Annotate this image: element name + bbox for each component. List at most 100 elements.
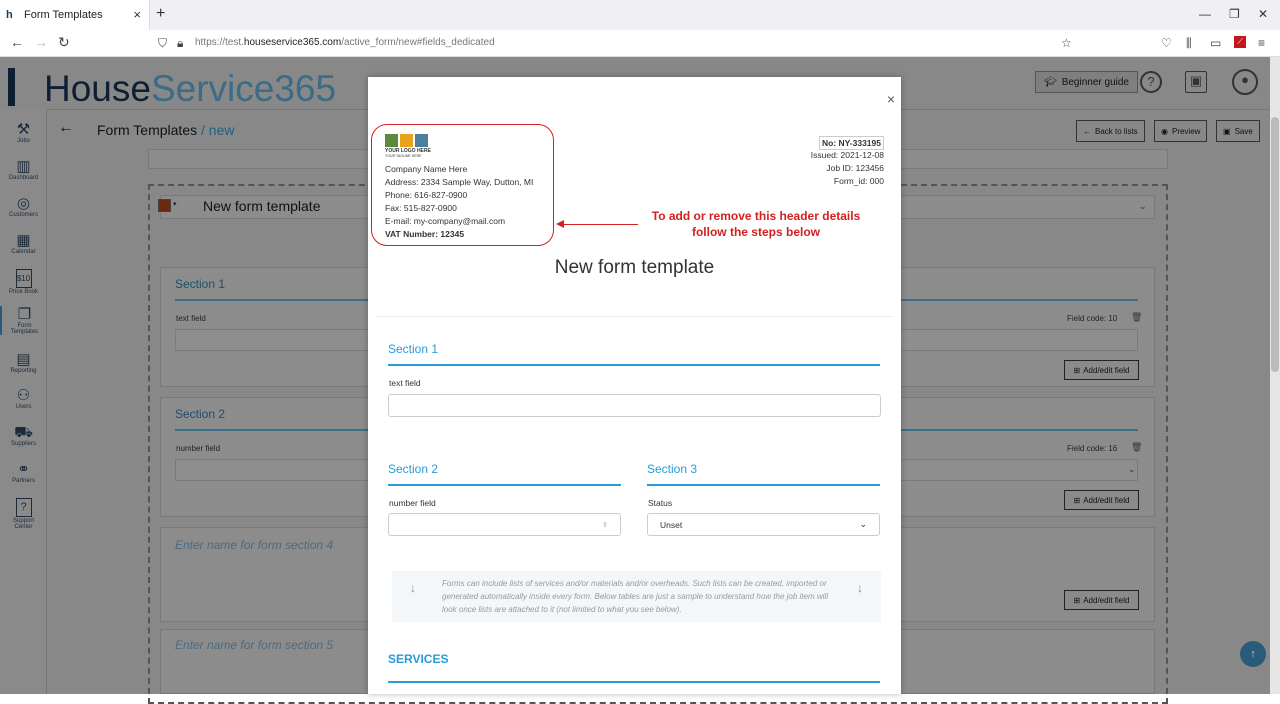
sidebar-item-dashboard[interactable]: ▥ Dashboard xyxy=(0,158,47,181)
plus-square-icon: ⊞ xyxy=(1073,495,1081,505)
company-vat: VAT Number: 12345 xyxy=(385,229,465,239)
form-id: Form_id: 000 xyxy=(833,176,884,186)
section-1-underline xyxy=(388,364,880,366)
lock-icon: 🔒︎ xyxy=(177,36,184,50)
sidebar-item-reporting[interactable]: ▤ Reporting xyxy=(0,351,47,374)
price-book-icon: $10 xyxy=(15,269,32,288)
pocket-icon[interactable]: ♡ xyxy=(1161,36,1172,50)
close-icon[interactable]: × xyxy=(887,91,895,107)
company-address: Address: 2334 Sample Way, Dutton, MI xyxy=(385,177,534,187)
section-5-name-input[interactable]: Enter name for form section 5 xyxy=(175,638,333,652)
form-title: New form template xyxy=(203,198,321,214)
form-templates-icon: ❐ xyxy=(17,306,32,323)
graduation-cap-icon: 🎓︎ xyxy=(1044,76,1057,88)
url-field[interactable]: https://test.houseservice365.com/active_… xyxy=(195,37,495,48)
help-icon[interactable]: ? xyxy=(1140,71,1162,93)
user-avatar-icon[interactable]: ● xyxy=(1232,69,1258,95)
back-to-lists-button[interactable]: ← Back to lists xyxy=(1076,120,1145,142)
sidebar-item-partners[interactable]: ⚭ Partners xyxy=(0,461,47,484)
users-icon: ⚇ xyxy=(16,387,31,404)
services-underline xyxy=(388,681,880,683)
shield-icon[interactable]: ⛉ xyxy=(158,36,167,51)
menu-icon[interactable]: ≡ xyxy=(1258,36,1265,50)
forward-arrow-icon[interactable]: → xyxy=(34,34,48,50)
status-select[interactable]: Unset ⌄ xyxy=(647,513,880,536)
plus-square-icon: ⊞ xyxy=(1073,365,1081,375)
services-heading: SERVICES xyxy=(388,652,449,666)
trash-icon[interactable]: 🗑︎ xyxy=(1131,312,1142,323)
section-3-underline xyxy=(647,484,880,486)
job-id: Job ID: 123456 xyxy=(826,163,884,173)
beginner-guide-button[interactable]: 🎓︎ Beginner guide xyxy=(1035,71,1138,93)
back-arrow-icon[interactable]: ← xyxy=(10,34,24,50)
sidebar-item-customers[interactable]: ◎ Customers xyxy=(0,195,47,218)
dashboard-icon: ▥ xyxy=(16,158,31,175)
window-close-icon[interactable]: ✕ xyxy=(1258,7,1268,21)
company-fax: Fax: 515-827-0900 xyxy=(385,203,457,213)
caret-down-icon[interactable]: ▾ xyxy=(173,200,177,208)
bookmark-star-icon[interactable]: ☆ xyxy=(1061,36,1072,50)
sidebar-item-price-book[interactable]: $10 Price Book xyxy=(0,269,47,295)
section-2-underline xyxy=(388,484,621,486)
number-field-label: number field xyxy=(176,444,221,453)
preview-modal: × YOUR LOGO HERE YOUR TAGLINE HERE Compan… xyxy=(368,77,901,694)
reporting-icon: ▤ xyxy=(16,351,31,368)
spinner-icon[interactable]: ⇳ xyxy=(602,521,608,529)
reload-icon[interactable]: ↻ xyxy=(58,34,70,51)
minimize-icon[interactable]: — xyxy=(1199,7,1211,21)
sidebar-item-jobs[interactable]: ⚒ Jobs xyxy=(0,121,47,144)
number-field-label: number field xyxy=(389,498,436,508)
text-field-label: text field xyxy=(389,378,421,388)
plus-square-icon: ⊞ xyxy=(1073,595,1081,605)
color-picker[interactable] xyxy=(158,199,171,212)
tab-title: Form Templates xyxy=(24,9,103,21)
chevron-down-icon: ⌄ xyxy=(859,519,867,529)
scrollbar-thumb[interactable] xyxy=(1271,117,1279,372)
browser-tab-bar: h Form Templates × + — ❐ ✕ xyxy=(0,0,1280,30)
page-scrollbar[interactable] xyxy=(1270,57,1280,694)
sidebar-item-calendar[interactable]: ▦ Calendar xyxy=(0,232,47,255)
sidebar-toggle-icon[interactable]: ▭ xyxy=(1210,36,1221,50)
number-field-input[interactable]: ⇳ xyxy=(388,513,621,536)
section-2-title: Section 2 xyxy=(175,407,226,421)
add-edit-field-button[interactable]: ⊞ Add/edit field xyxy=(1064,590,1139,610)
tab-close-icon[interactable]: × xyxy=(133,7,141,22)
text-field-input[interactable] xyxy=(388,394,881,417)
back-arrow-icon[interactable]: ← xyxy=(58,119,74,137)
logo-text: YOUR LOGO HERE YOUR TAGLINE HERE xyxy=(385,148,431,159)
field-code: Field code: 10 xyxy=(1067,314,1118,323)
eye-icon: ◉ xyxy=(1161,126,1168,136)
issued-date: Issued: 2021-12-08 xyxy=(810,150,884,160)
divider xyxy=(375,316,894,317)
sidebar-item-form-templates[interactable]: ❐ Form Templates xyxy=(0,306,47,335)
site-favicon-icon: h xyxy=(6,9,13,21)
save-button[interactable]: ▣ Save xyxy=(1216,120,1260,142)
support-icon: ? xyxy=(15,498,32,517)
scroll-top-button[interactable]: ↑ xyxy=(1240,641,1266,667)
library-icon[interactable]: ⫼ xyxy=(1186,36,1192,51)
browser-tab[interactable]: h Form Templates × xyxy=(0,0,150,30)
add-edit-field-button[interactable]: ⊞ Add/edit field xyxy=(1064,360,1139,380)
status-label: Status xyxy=(648,498,673,508)
calendar-icon: ▦ xyxy=(16,232,31,249)
sidebar-item-support-center[interactable]: ? Support Center xyxy=(0,498,47,530)
breadcrumb: Form Templates / new xyxy=(97,122,235,138)
folder-icon[interactable]: ▣ xyxy=(1185,71,1207,93)
restore-icon[interactable]: ❐ xyxy=(1229,7,1240,21)
section-4-name-input[interactable]: Enter name for form section 4 xyxy=(175,538,333,552)
annotation-note: To add or remove this header details fol… xyxy=(651,209,861,239)
section-3-heading: Section 3 xyxy=(647,462,698,476)
extension-icon[interactable]: ⟋ xyxy=(1234,36,1246,48)
chevron-down-icon[interactable]: ⌄ xyxy=(1128,464,1136,475)
section-1-heading: Section 1 xyxy=(388,342,439,356)
address-toolbar: ← → ↻ ⛉ 🔒︎ https://test.houseservice365.… xyxy=(0,30,1280,57)
preview-button[interactable]: ◉ Preview xyxy=(1154,120,1208,142)
chevron-down-icon[interactable]: ⌄ xyxy=(1139,201,1147,212)
new-tab-button[interactable]: + xyxy=(156,5,165,23)
info-text: Forms can include lists of services and/… xyxy=(442,579,828,614)
sidebar-item-users[interactable]: ⚇ Users xyxy=(0,387,47,410)
document-number: No: NY-333195 xyxy=(818,136,884,150)
sidebar-item-suppliers[interactable]: ⛟ Suppliers xyxy=(0,424,47,447)
trash-icon[interactable]: 🗑︎ xyxy=(1131,442,1142,453)
add-edit-field-button[interactable]: ⊞ Add/edit field xyxy=(1064,490,1139,510)
